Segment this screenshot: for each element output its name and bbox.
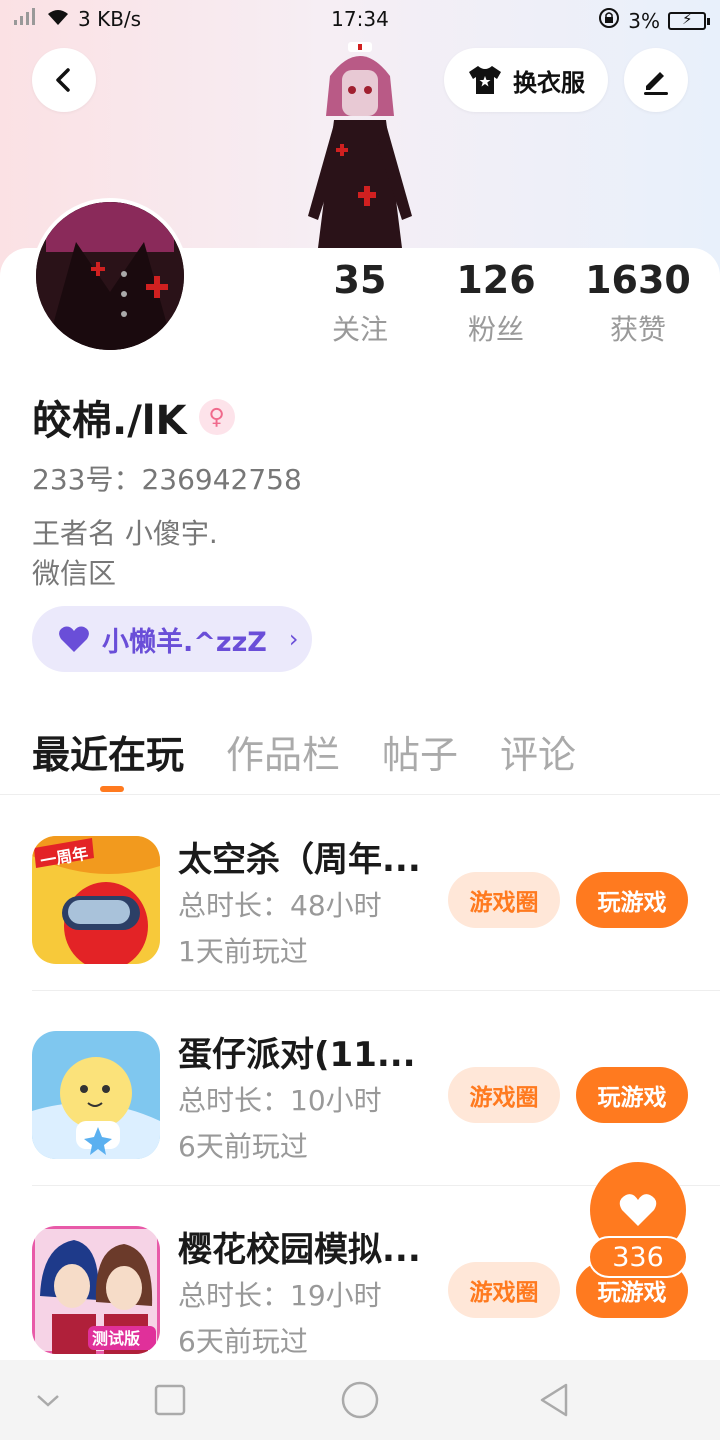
game-circle-button[interactable]: 游戏圈: [448, 1262, 560, 1318]
game-icon[interactable]: [32, 1031, 160, 1159]
status-tag[interactable]: 小懒羊.^zzZ ›: [32, 606, 312, 672]
nav-recents-button[interactable]: [146, 1378, 194, 1422]
stat-likes-value: 1630: [585, 258, 691, 302]
heart-icon: [619, 1194, 657, 1226]
tab-comments[interactable]: 评论: [500, 724, 576, 779]
game-duration: 总时长：48小时: [178, 889, 382, 922]
game-title: 蛋仔派对(11...: [178, 1035, 416, 1075]
username-text: 皎棉./lK: [32, 398, 187, 444]
stat-fans-value: 126: [456, 258, 536, 302]
nav-back-button[interactable]: [530, 1378, 578, 1422]
game-row[interactable]: 一周年 太空杀（周年... 总时长：48小时 1天前玩过 游戏圈 玩游戏: [0, 796, 720, 991]
stat-following-label: 关注: [331, 313, 388, 346]
game-duration: 总时长：10小时: [178, 1084, 382, 1117]
tab-recently-played[interactable]: 最近在玩: [32, 724, 184, 779]
nav-home-button[interactable]: [336, 1378, 384, 1422]
female-icon: ♀: [198, 399, 235, 435]
chevron-left-icon: [56, 68, 70, 92]
edit-profile-button[interactable]: [624, 48, 688, 112]
game-icon[interactable]: 测试版: [32, 1226, 160, 1354]
game-circle-button[interactable]: 游戏圈: [448, 1067, 560, 1123]
game-icon[interactable]: 一周年: [32, 836, 160, 964]
chevron-down-icon: [37, 1395, 59, 1407]
tab-posts[interactable]: 帖子: [382, 724, 458, 779]
game-icon-text: 测试版: [92, 1329, 140, 1348]
game-title: 樱花校园模拟...: [178, 1230, 421, 1270]
tab-indicator: [100, 786, 124, 792]
lock-rotation-icon: [598, 7, 620, 34]
game-last-played: 6天前玩过: [178, 1325, 308, 1358]
battery-icon: ⚡: [668, 10, 710, 30]
stat-likes-label: 获赞: [609, 313, 666, 346]
stat-likes[interactable]: 1630 获赞: [578, 258, 698, 348]
back-button[interactable]: [32, 48, 96, 112]
square-icon: [154, 1384, 186, 1416]
play-game-button[interactable]: 玩游戏: [576, 1067, 688, 1123]
status-tag-label: 小懒羊.^zzZ: [102, 626, 267, 658]
change-outfit-button[interactable]: 换衣服: [444, 48, 608, 112]
stat-following-value: 35: [333, 258, 387, 302]
bio-line: 王者名 小傻宇.: [32, 517, 218, 550]
game-circle-button[interactable]: 游戏圈: [448, 872, 560, 928]
change-outfit-label: 换衣服: [513, 68, 585, 97]
like-count: 336: [588, 1236, 688, 1278]
bio-line: 微信区: [32, 557, 117, 590]
game-row[interactable]: 蛋仔派对(11... 总时长：10小时 6天前玩过 游戏圈 玩游戏: [0, 991, 720, 1186]
status-bar: 3 KB/s 17:34 3% ⚡: [0, 0, 720, 38]
circle-icon: [341, 1381, 379, 1419]
account-id: 233号：236942758: [32, 463, 302, 496]
username: 皎棉./lK ♀: [32, 388, 235, 446]
chevron-right-icon: ›: [288, 625, 299, 653]
game-last-played: 6天前玩过: [178, 1130, 308, 1163]
tab-bar: 最近在玩 作品栏 帖子 评论: [32, 724, 576, 779]
tab-works[interactable]: 作品栏: [226, 724, 340, 779]
game-last-played: 1天前玩过: [178, 935, 308, 968]
battery-percent: 3%: [628, 8, 660, 33]
game-title: 太空杀（周年...: [178, 840, 421, 880]
divider: [0, 794, 720, 795]
stat-fans-label: 粉丝: [467, 313, 524, 346]
avatar[interactable]: [32, 198, 188, 354]
character-model[interactable]: [290, 36, 430, 248]
bio: 王者名 小傻宇. 微信区: [32, 514, 632, 594]
stat-fans[interactable]: 126 粉丝: [436, 258, 556, 348]
game-duration: 总时长：19小时: [178, 1279, 382, 1312]
heart-icon: [59, 626, 89, 652]
triangle-back-icon: [540, 1383, 568, 1417]
status-right: 3% ⚡: [598, 7, 710, 34]
system-nav-bar: [0, 1360, 720, 1440]
nav-collapse-button[interactable]: [24, 1378, 72, 1422]
shirt-icon: [469, 66, 501, 94]
stat-following[interactable]: 35 关注: [300, 258, 420, 348]
play-game-button[interactable]: 玩游戏: [576, 872, 688, 928]
pen-icon: [644, 72, 668, 95]
